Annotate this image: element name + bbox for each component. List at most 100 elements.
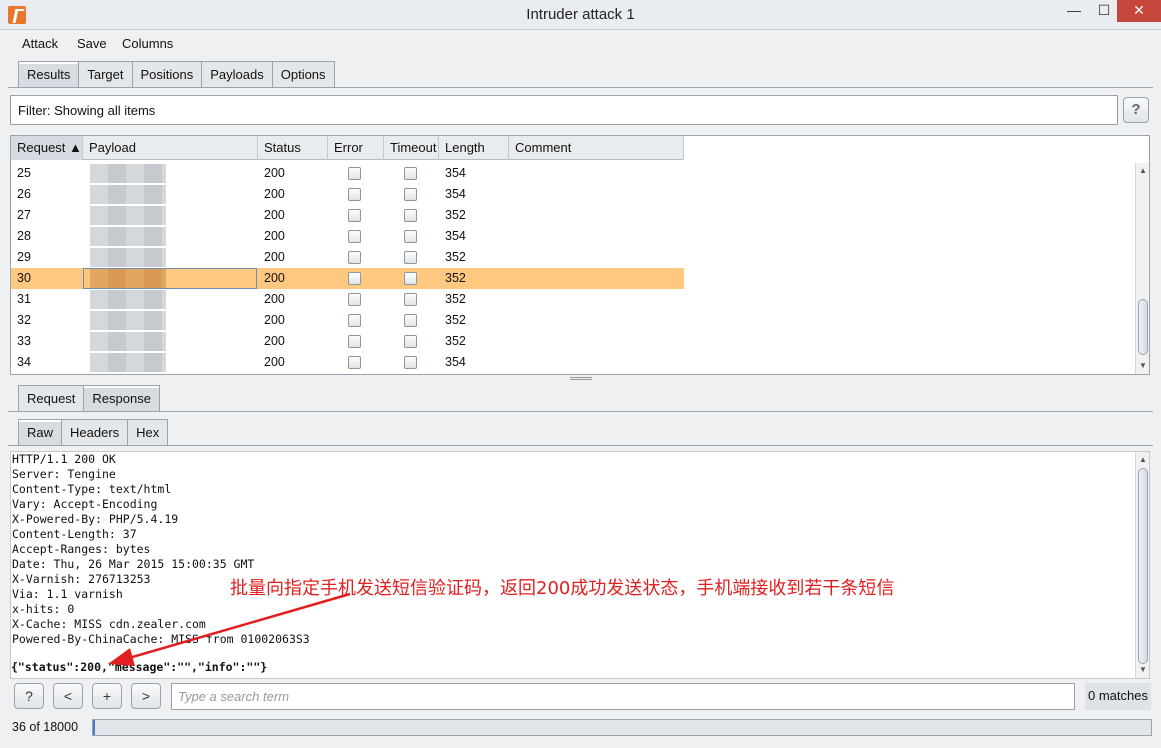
tab-response[interactable]: Response [83, 385, 160, 411]
scroll-thumb[interactable] [1138, 299, 1148, 355]
timeout-checkbox [404, 167, 417, 180]
table-row[interactable]: 29 200 352 [11, 247, 684, 268]
view-tab-divider [8, 445, 1153, 446]
cell-request: 32 [17, 313, 31, 327]
detail-tab-bar: Request Response [18, 385, 160, 411]
pane-splitter-handle[interactable] [570, 377, 592, 380]
search-input[interactable] [171, 683, 1075, 710]
response-scrollbar[interactable]: ▲ ▼ [1135, 452, 1149, 678]
cell-request: 28 [17, 229, 31, 243]
search-help-button[interactable]: ? [14, 683, 44, 709]
table-row[interactable]: 25 200 354 [11, 163, 684, 184]
cell-request: 31 [17, 292, 31, 306]
response-line: Powered-By-ChinaCache: MISS from 0100206… [12, 632, 310, 646]
response-line: X-Cache: MISS cdn.zealer.com [12, 617, 206, 631]
cell-status: 200 [264, 187, 285, 201]
timeout-checkbox [404, 272, 417, 285]
timeout-checkbox [404, 188, 417, 201]
column-error[interactable]: Error [328, 136, 384, 160]
column-comment[interactable]: Comment [509, 136, 684, 160]
search-add-button[interactable]: + [92, 683, 122, 709]
error-checkbox [348, 188, 361, 201]
tab-positions[interactable]: Positions [131, 61, 203, 87]
close-button[interactable]: ✕ [1117, 0, 1161, 22]
table-row[interactable]: 30 200 352 [11, 268, 684, 289]
error-checkbox [348, 167, 361, 180]
payload-redacted [90, 248, 166, 267]
cell-length: 352 [445, 313, 466, 327]
search-next-button[interactable]: > [131, 683, 161, 709]
tab-raw[interactable]: Raw [18, 419, 63, 445]
column-length[interactable]: Length [439, 136, 509, 160]
match-count: 0 matches [1085, 683, 1151, 710]
cell-length: 354 [445, 187, 466, 201]
scroll-up-icon[interactable]: ▲ [1137, 454, 1149, 466]
table-row[interactable]: 31 200 352 [11, 289, 684, 310]
search-previous-button[interactable]: < [53, 683, 83, 709]
cell-status: 200 [264, 166, 285, 180]
progress-fill [93, 720, 95, 735]
cell-length: 352 [445, 208, 466, 222]
response-line: Content-Type: text/html [12, 482, 172, 496]
cell-request: 33 [17, 334, 31, 348]
table-row[interactable]: 32 200 352 [11, 310, 684, 331]
column-status[interactable]: Status [258, 136, 328, 160]
cell-length: 354 [445, 166, 466, 180]
error-checkbox [348, 314, 361, 327]
tab-target[interactable]: Target [78, 61, 133, 87]
scroll-down-icon[interactable]: ▼ [1137, 360, 1149, 372]
cell-length: 352 [445, 292, 466, 306]
cell-request: 34 [17, 355, 31, 369]
window-title: Intruder attack 1 [526, 6, 635, 23]
payload-cell-focus [83, 268, 257, 289]
timeout-checkbox [404, 230, 417, 243]
filter-help-button[interactable]: ? [1123, 97, 1149, 123]
payload-redacted [90, 206, 166, 225]
column-payload[interactable]: Payload [83, 136, 258, 160]
cell-status: 200 [264, 229, 285, 243]
table-row[interactable]: 28 200 354 [11, 226, 684, 247]
tab-options[interactable]: Options [271, 61, 335, 87]
menu-attack[interactable]: Attack [22, 36, 58, 51]
tab-payloads[interactable]: Payloads [201, 61, 273, 87]
minimize-button[interactable]: — [1060, 0, 1088, 22]
cell-request: 29 [17, 250, 31, 264]
tab-hex[interactable]: Hex [127, 419, 169, 445]
table-scrollbar[interactable]: ▲ ▼ [1135, 163, 1149, 374]
tab-divider [8, 87, 1153, 88]
scroll-up-icon[interactable]: ▲ [1137, 165, 1149, 177]
maximize-button[interactable]: ☐ [1090, 0, 1118, 22]
error-checkbox [348, 335, 361, 348]
table-row[interactable]: 27 200 352 [11, 205, 684, 226]
response-line: HTTP/1.1 200 OK [12, 452, 116, 466]
tab-results[interactable]: Results [18, 61, 80, 87]
cell-request: 30 [17, 271, 31, 285]
payload-redacted [90, 290, 166, 309]
tab-headers[interactable]: Headers [61, 419, 129, 445]
table-row[interactable]: 26 200 354 [11, 184, 684, 205]
menu-save[interactable]: Save [77, 36, 107, 51]
response-line: Vary: Accept-Encoding [12, 497, 158, 511]
column-request[interactable]: Request ▲ [11, 136, 83, 160]
scroll-down-icon[interactable]: ▼ [1137, 664, 1149, 676]
filter-bar[interactable]: Filter: Showing all items [10, 95, 1118, 125]
scroll-thumb[interactable] [1138, 468, 1148, 664]
cell-status: 200 [264, 271, 285, 285]
cell-length: 354 [445, 355, 466, 369]
detail-tab-divider [8, 411, 1153, 412]
error-checkbox [348, 293, 361, 306]
cell-length: 354 [445, 229, 466, 243]
error-checkbox [348, 230, 361, 243]
timeout-checkbox [404, 251, 417, 264]
tab-request[interactable]: Request [18, 385, 85, 411]
table-row[interactable]: 34 200 354 [11, 352, 684, 373]
menu-columns[interactable]: Columns [122, 36, 173, 51]
table-row[interactable]: 33 200 352 [11, 331, 684, 352]
top-tab-bar: Results Target Positions Payloads Option… [18, 61, 335, 87]
response-raw-view[interactable]: HTTP/1.1 200 OK Server: Tengine Content-Ty… [10, 451, 1150, 679]
error-checkbox [348, 272, 361, 285]
column-timeout[interactable]: Timeout [384, 136, 439, 160]
results-table: Request ▲ Payload Status Error Timeout L… [10, 135, 1150, 375]
cell-length: 352 [445, 250, 466, 264]
table-header: Request ▲ Payload Status Error Timeout L… [11, 136, 684, 160]
